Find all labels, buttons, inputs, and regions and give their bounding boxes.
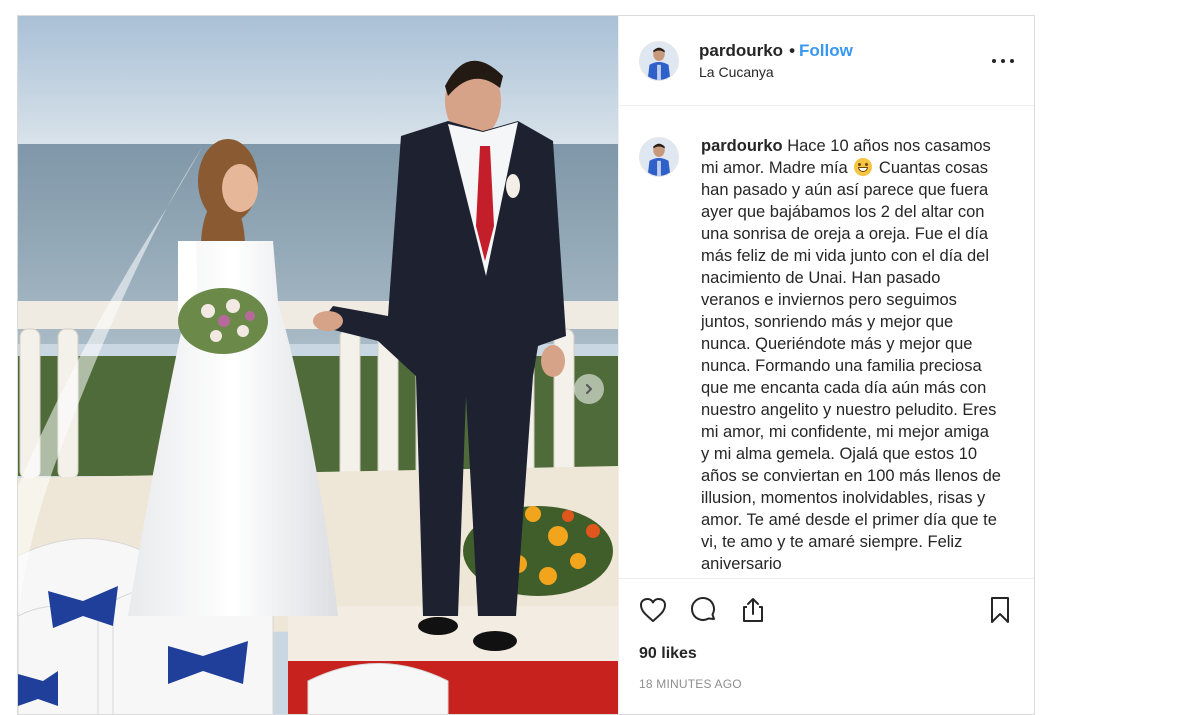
avatar-image (640, 138, 678, 176)
action-bar (639, 579, 1014, 641)
more-dot (1001, 59, 1005, 63)
more-dot (1010, 59, 1014, 63)
save-button[interactable] (984, 594, 1016, 626)
share-icon (743, 598, 763, 622)
wedding-photo-illustration (18, 16, 618, 714)
comment-button[interactable] (687, 594, 719, 626)
caption-row: pardourko Hace 10 años nos casamos mi am… (639, 135, 1014, 575)
caption-text: pardourko Hace 10 años nos casamos mi am… (701, 135, 1001, 575)
post-photo[interactable] (18, 16, 618, 714)
caption-part-2: Cuantas cosas han pasado y aún así parec… (701, 159, 1001, 573)
comment-icon (691, 597, 715, 621)
post-timestamp[interactable]: 18 MINUTES AGO (639, 677, 1014, 691)
follow-button[interactable]: Follow (799, 42, 853, 59)
avatar-image (640, 41, 678, 80)
post-container: pardourko • Follow La Cucanya pardourko … (17, 15, 1035, 715)
post-header: pardourko • Follow La Cucanya (619, 16, 1034, 106)
heart-icon (640, 598, 666, 622)
grinning-emoji-icon (854, 158, 873, 176)
share-button[interactable] (737, 594, 769, 626)
comments-area[interactable]: pardourko Hace 10 años nos casamos mi am… (619, 107, 1034, 578)
avatar[interactable] (639, 40, 679, 81)
post-footer: 90 likes 18 MINUTES AGO (619, 578, 1034, 714)
chevron-right-icon (586, 384, 592, 394)
header-line: pardourko • Follow (699, 42, 853, 59)
post-details-panel: pardourko • Follow La Cucanya pardourko … (618, 16, 1034, 714)
likes-count[interactable]: 90 likes (639, 645, 1014, 663)
bookmark-icon (991, 597, 1009, 623)
more-options-icon[interactable] (992, 51, 1014, 71)
separator-dot: • (789, 41, 796, 60)
like-button[interactable] (637, 594, 669, 626)
more-dot (992, 59, 996, 63)
next-photo-button[interactable] (574, 374, 604, 404)
caption-username[interactable]: pardourko (701, 137, 783, 155)
header-text: pardourko • Follow La Cucanya (699, 42, 853, 79)
caption-avatar[interactable] (639, 137, 679, 177)
location-link[interactable]: La Cucanya (699, 65, 853, 79)
username-link[interactable]: pardourko (699, 42, 783, 59)
